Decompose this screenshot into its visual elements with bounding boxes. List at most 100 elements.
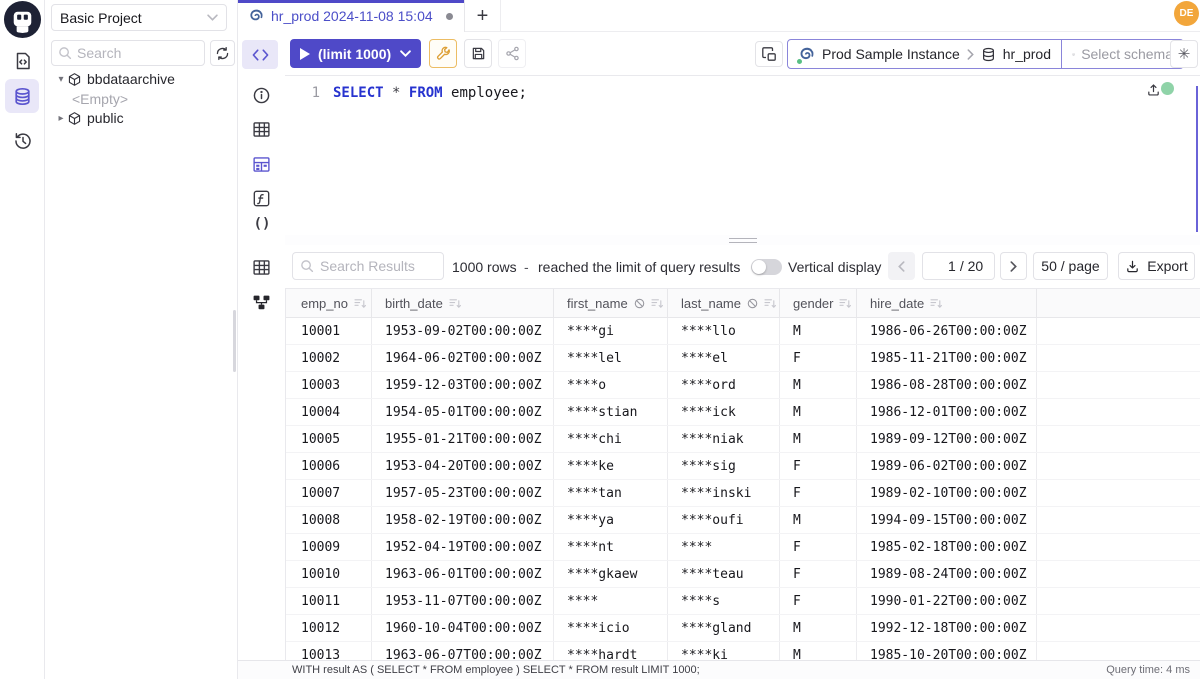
table-row[interactable]: 100021964-06-02T00:00:00Z****lel****elF1… <box>286 345 1200 372</box>
cell-hire_date[interactable]: 1989-09-12T00:00:00Z <box>857 426 1037 452</box>
cell-hire_date[interactable]: 1990-01-22T00:00:00Z <box>857 588 1037 614</box>
cell-last_name[interactable]: ****el <box>668 345 780 371</box>
sql-scripts-icon[interactable] <box>13 51 33 71</box>
cell-first_name[interactable]: ****o <box>554 372 668 398</box>
cell-birth_date[interactable]: 1958-02-19T00:00:00Z <box>372 507 554 533</box>
cell-gender[interactable]: M <box>780 426 857 452</box>
editor-scrollbar[interactable] <box>1196 86 1198 232</box>
cell-gender[interactable]: M <box>780 642 857 660</box>
cell-first_name[interactable]: ****stian <box>554 399 668 425</box>
connection-instance-select[interactable]: Prod Sample Instance hr_prod <box>787 39 1062 69</box>
cell-hire_date[interactable]: 1986-12-01T00:00:00Z <box>857 399 1037 425</box>
table-row[interactable]: 100081958-02-19T00:00:00Z****ya****oufiM… <box>286 507 1200 534</box>
cell-first_name[interactable]: ****icio <box>554 615 668 641</box>
cell-birth_date[interactable]: 1963-06-07T00:00:00Z <box>372 642 554 660</box>
table-row[interactable]: 100111953-11-07T00:00:00Z********sF1990-… <box>286 588 1200 615</box>
cell-first_name[interactable]: ****ya <box>554 507 668 533</box>
cell-gender[interactable]: F <box>780 480 857 506</box>
sort-icon[interactable] <box>354 298 367 309</box>
previous-page-button[interactable] <box>888 252 915 280</box>
table-row[interactable]: 100101963-06-01T00:00:00Z****gkaew****te… <box>286 561 1200 588</box>
cell-hire_date[interactable]: 1992-12-18T00:00:00Z <box>857 615 1037 641</box>
table-row[interactable]: 100131963-06-07T00:00:00Z****hardt****ki… <box>286 642 1200 660</box>
cell-hire_date[interactable]: 1986-08-28T00:00:00Z <box>857 372 1037 398</box>
caret-right-icon[interactable]: ▸ <box>55 113 67 124</box>
cell-gender[interactable]: M <box>780 399 857 425</box>
cell-birth_date[interactable]: 1957-05-23T00:00:00Z <box>372 480 554 506</box>
cell-birth_date[interactable]: 1954-05-01T00:00:00Z <box>372 399 554 425</box>
cell-hire_date[interactable]: 1989-06-02T00:00:00Z <box>857 453 1037 479</box>
column-header-first_name[interactable]: first_name <box>554 289 668 317</box>
new-tab-button[interactable]: + <box>465 0 501 32</box>
cell-emp_no[interactable]: 10011 <box>286 588 372 614</box>
cell-emp_no[interactable]: 10009 <box>286 534 372 560</box>
cell-emp_no[interactable]: 10006 <box>286 453 372 479</box>
cell-first_name[interactable]: ****gkaew <box>554 561 668 587</box>
cell-hire_date[interactable]: 1989-08-24T00:00:00Z <box>857 561 1037 587</box>
cell-gender[interactable]: F <box>780 588 857 614</box>
cell-hire_date[interactable]: 1989-02-10T00:00:00Z <box>857 480 1037 506</box>
sort-icon[interactable] <box>764 298 777 309</box>
cell-emp_no[interactable]: 10012 <box>286 615 372 641</box>
caret-down-icon[interactable]: ▾ <box>55 74 67 85</box>
cell-gender[interactable]: F <box>780 561 857 587</box>
cell-gender[interactable]: F <box>780 453 857 479</box>
cell-last_name[interactable]: ****teau <box>668 561 780 587</box>
column-header-birth_date[interactable]: birth_date <box>372 289 554 317</box>
panel-resize-handle[interactable] <box>285 235 1200 245</box>
cell-gender[interactable]: M <box>780 507 857 533</box>
data-presentation-icon[interactable] <box>252 155 271 174</box>
cell-last_name[interactable]: ****niak <box>668 426 780 452</box>
cell-hire_date[interactable]: 1985-11-21T00:00:00Z <box>857 345 1037 371</box>
cell-birth_date[interactable]: 1955-01-21T00:00:00Z <box>372 426 554 452</box>
sql-code[interactable]: SELECT * FROM employee; <box>333 85 527 101</box>
schema-select[interactable]: Select schema <box>1062 39 1184 69</box>
navigator-search[interactable] <box>51 40 205 66</box>
save-button[interactable] <box>464 39 492 68</box>
cell-birth_date[interactable]: 1959-12-03T00:00:00Z <box>372 372 554 398</box>
sql-editor[interactable]: 1 SELECT * FROM employee; <box>285 76 1200 235</box>
cell-emp_no[interactable]: 10007 <box>286 480 372 506</box>
sort-icon[interactable] <box>930 298 943 309</box>
sql-editor-toggle-button[interactable] <box>242 40 278 69</box>
table-row[interactable]: 100051955-01-21T00:00:00Z****chi****niak… <box>286 426 1200 453</box>
next-page-button[interactable] <box>1000 252 1027 280</box>
cell-emp_no[interactable]: 10002 <box>286 345 372 371</box>
cell-birth_date[interactable]: 1960-10-04T00:00:00Z <box>372 615 554 641</box>
result-grid-icon[interactable] <box>252 258 271 277</box>
upload-script-icon[interactable] <box>1146 82 1161 97</box>
cell-last_name[interactable]: ****sig <box>668 453 780 479</box>
cell-emp_no[interactable]: 10004 <box>286 399 372 425</box>
cell-birth_date[interactable]: 1952-04-19T00:00:00Z <box>372 534 554 560</box>
column-header-last_name[interactable]: last_name <box>668 289 780 317</box>
cell-hire_date[interactable]: 1986-06-26T00:00:00Z <box>857 318 1037 344</box>
cell-last_name[interactable]: ****ick <box>668 399 780 425</box>
switch-connection-button[interactable] <box>755 41 783 67</box>
cell-emp_no[interactable]: 10001 <box>286 318 372 344</box>
cell-first_name[interactable]: ****lel <box>554 345 668 371</box>
export-button[interactable]: Export <box>1118 252 1195 280</box>
cell-birth_date[interactable]: 1963-06-01T00:00:00Z <box>372 561 554 587</box>
cell-last_name[interactable]: ****ord <box>668 372 780 398</box>
cell-birth_date[interactable]: 1953-09-02T00:00:00Z <box>372 318 554 344</box>
sort-icon[interactable] <box>839 298 852 309</box>
page-number-box[interactable]: / 20 <box>922 252 995 280</box>
database-navigator-icon[interactable] <box>5 79 39 113</box>
column-header-emp_no[interactable]: emp_no <box>286 289 372 317</box>
cell-gender[interactable]: F <box>780 345 857 371</box>
column-header-hire_date[interactable]: hire_date <box>857 289 1037 317</box>
cell-emp_no[interactable]: 10010 <box>286 561 372 587</box>
info-icon[interactable] <box>252 86 271 105</box>
cell-hire_date[interactable]: 1985-10-20T00:00:00Z <box>857 642 1037 660</box>
cell-first_name[interactable]: ****gi <box>554 318 668 344</box>
cell-birth_date[interactable]: 1953-04-20T00:00:00Z <box>372 453 554 479</box>
cell-last_name[interactable]: **** <box>668 534 780 560</box>
tree-item-public[interactable]: ▸ public <box>45 108 238 128</box>
sort-icon[interactable] <box>651 298 664 309</box>
cell-hire_date[interactable]: 1985-02-18T00:00:00Z <box>857 534 1037 560</box>
tree-scrollbar[interactable] <box>233 310 236 372</box>
share-button[interactable] <box>498 39 526 68</box>
cell-hire_date[interactable]: 1994-09-15T00:00:00Z <box>857 507 1037 533</box>
cell-gender[interactable]: F <box>780 534 857 560</box>
cell-last_name[interactable]: ****s <box>668 588 780 614</box>
